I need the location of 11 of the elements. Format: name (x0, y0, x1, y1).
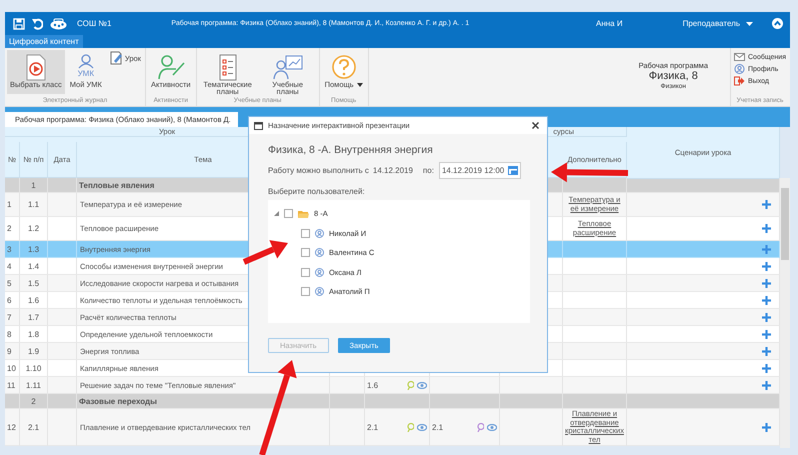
user-name: Анна И (596, 19, 623, 28)
program-title: Физика, 8 (648, 70, 699, 83)
table-cell: 2.1 (20, 409, 48, 446)
icon-caption: УМК (78, 69, 94, 78)
start-date: 14.12.2019 (372, 166, 413, 175)
resource-number: 2.1 (432, 422, 444, 432)
resource-number: 1.6 (367, 380, 378, 390)
resource-number: 2.1 (367, 422, 378, 432)
table-cell: 12 (5, 409, 20, 446)
end-date-label: по: (422, 166, 434, 175)
school-name: СОШ №1 (77, 19, 112, 28)
